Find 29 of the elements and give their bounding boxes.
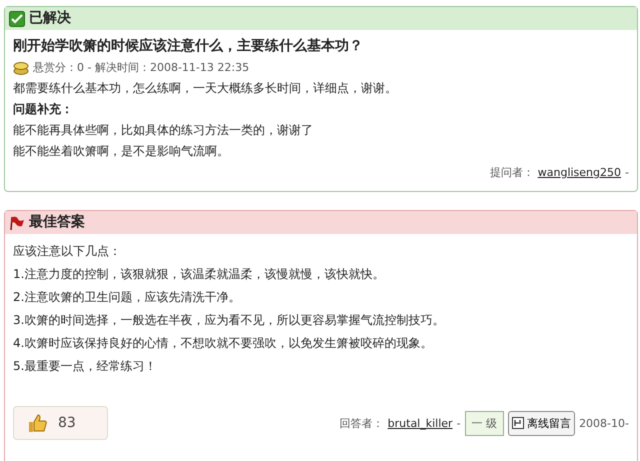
asker-label: 提问者：	[490, 165, 534, 181]
supplement-line: 能不能再具体些啊，比如具体的练习方法一类的，谢谢了	[13, 122, 314, 139]
level-badge: 一 级	[464, 410, 504, 436]
answer-line: 4.吹箫时应该保持良好的心情，不想吹就不要强吹，以免发生箫被咬碎的现象。	[13, 335, 434, 352]
message-button[interactable]: 离线留言	[508, 410, 576, 436]
supplement-label: 问题补充：	[13, 101, 74, 118]
question-meta: 悬赏分：0 - 解决时间：2008-11-13 22:35	[33, 60, 250, 76]
flag-icon	[9, 214, 25, 230]
status-title: 已解决	[29, 9, 71, 28]
answer-line: 5.最重要一点，经常练习！	[13, 358, 158, 375]
answer-date: 2008-10-	[579, 416, 629, 432]
answer-line: 应该注意以下几点：	[13, 243, 122, 260]
answer-title: 最佳答案	[29, 212, 85, 232]
separator: -	[625, 165, 629, 181]
answer-line: 3.吹箫的时间选择，一般选在半夜，应为看不见，所以更容易掌握气流控制技巧。	[13, 312, 446, 329]
separator: -	[456, 416, 461, 432]
coins-icon	[13, 60, 29, 74]
like-button[interactable]: 83	[13, 406, 108, 440]
answerer-label: 回答者：	[340, 416, 384, 432]
thumbs-up-icon	[28, 413, 48, 433]
check-icon	[9, 10, 25, 26]
answer-line: 1.注意力度的控制，该狠就狠，该温柔就温柔，该慢就慢，该快就快。	[13, 266, 386, 283]
asker-link[interactable]: wangliseng250	[538, 162, 622, 183]
answer-line: 2.注意吹箫的卫生问题，应该先清洗干净。	[13, 289, 242, 306]
answerer-link[interactable]: brutal_killer	[388, 412, 453, 434]
question-title: 刚开始学吹箫的时候应该注意什么，主要练什么基本功？	[13, 36, 364, 56]
question-body: 都需要练什么基本功，怎么练啊，一天大概练多长时间，详细点，谢谢。	[13, 80, 398, 97]
message-icon	[512, 417, 524, 429]
supplement-line: 能不能坐着吹箫啊，是不是影响气流啊。	[13, 143, 230, 160]
